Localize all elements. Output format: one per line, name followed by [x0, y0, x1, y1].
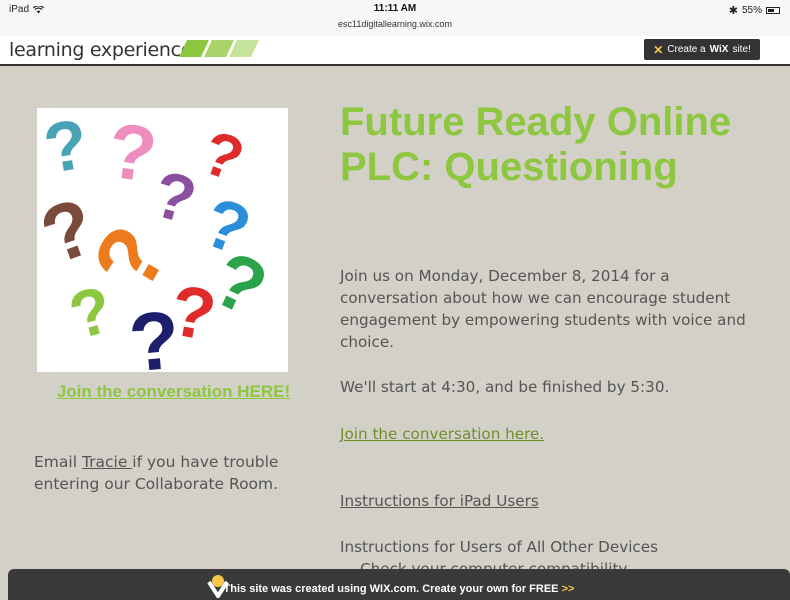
event-description: Join us on Monday, December 8, 2014 for … [340, 267, 746, 351]
wix-button-brand: WiX [709, 44, 729, 55]
battery-icon [766, 7, 780, 14]
clock: 11:11 AM [373, 3, 417, 14]
svg-text:?: ? [62, 271, 120, 353]
status-right: ✱ 55% [729, 4, 780, 17]
wix-promo-text: This site was created using WIX.com. Cre… [8, 583, 790, 595]
svg-text:?: ? [102, 108, 161, 199]
join-conversation-link-left[interactable]: Join the conversation HERE! [37, 382, 310, 402]
wix-button-pre: Create a [667, 44, 706, 55]
battery-percent: 55% [741, 5, 762, 16]
site-header: learning experience ✕ Create a WiX site! [0, 36, 790, 66]
question-marks-graphic: ? ? ? ? ? ? ? ? ? ? ? [30, 104, 280, 389]
ipad-instructions-link[interactable]: Instructions for iPad Users [340, 492, 539, 510]
wix-button-post: site! [732, 44, 751, 55]
create-wix-site-button[interactable]: ✕ Create a WiX site! [644, 39, 760, 60]
wix-promo-post: . Create your own for FREE [416, 583, 562, 595]
wix-promo-bar[interactable]: This site was created using WIX.com. Cre… [8, 569, 790, 600]
wix-promo-brand: WIX.com [369, 583, 417, 595]
join-conversation-link-right[interactable]: Join the conversation here. [340, 425, 544, 443]
other-devices-instructions[interactable]: Instructions for Users of All Other Devi… [340, 538, 658, 556]
svg-text:?: ? [146, 156, 204, 238]
question-marks-image: ? ? ? ? ? ? ? ? ? ? ? [30, 104, 288, 389]
wix-promo-pre: This site was created using [223, 583, 370, 595]
email-note: Email Tracie if you have trouble enterin… [34, 451, 324, 495]
email-pre: Email [34, 453, 82, 471]
site-brand[interactable]: learning experience [9, 39, 192, 61]
start-time-note: We'll start at 4:30, and be finished by … [340, 378, 670, 396]
tracie-email-link[interactable]: Tracie [82, 453, 132, 471]
status-bar: iPad 11:11 AM esc11digitallearning.wix.c… [0, 0, 790, 36]
wix-promo-arrows: >> [561, 583, 575, 595]
address-bar-url[interactable]: esc11digitallearning.wix.com [0, 19, 790, 29]
brand-bars-logo [179, 40, 259, 57]
svg-text:?: ? [125, 294, 183, 372]
wix-x-icon: ✕ [653, 42, 664, 57]
page-title: Future Ready Online PLC: Questioning [340, 100, 732, 189]
bluetooth-icon: ✱ [728, 5, 738, 17]
svg-text:?: ? [38, 108, 94, 188]
